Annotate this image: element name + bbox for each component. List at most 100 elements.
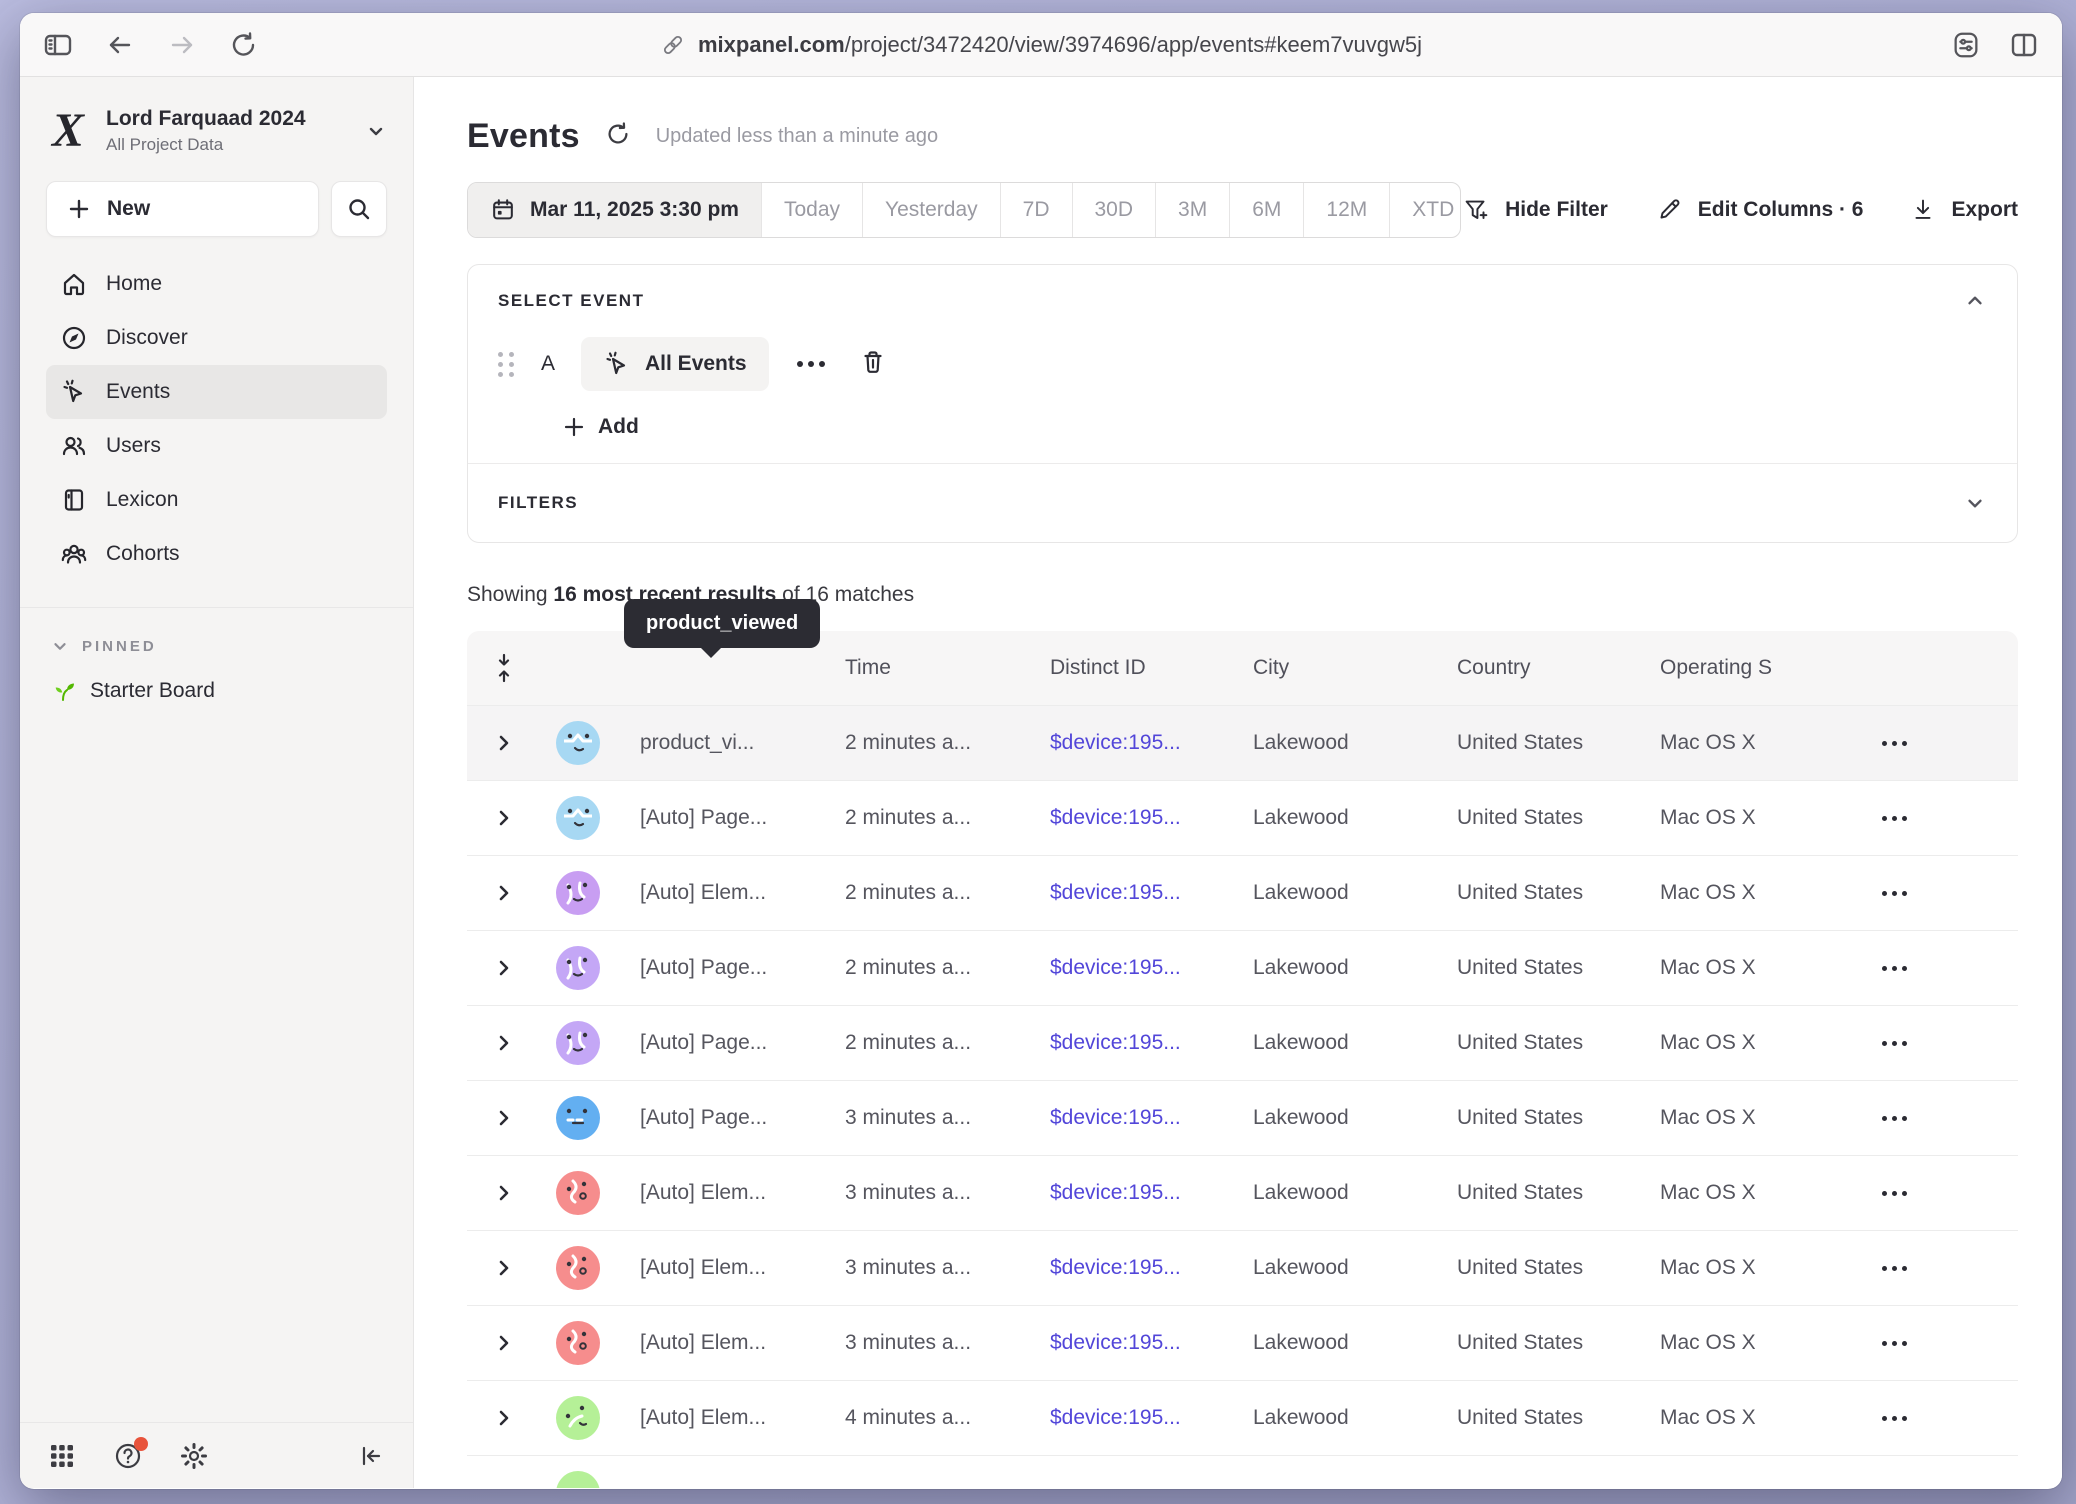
search-button[interactable] [331, 181, 387, 237]
help-icon[interactable] [112, 1440, 144, 1472]
event-name[interactable]: [Auto] Page... [615, 806, 820, 830]
edit-columns-button[interactable]: Edit Columns · 6 [1654, 195, 1864, 225]
row-more-icon[interactable] [1860, 966, 2018, 971]
event-options-icon[interactable] [797, 361, 825, 367]
date-picker-button[interactable]: Mar 11, 2025 3:30 pm [468, 183, 761, 237]
range-today[interactable]: Today [761, 183, 862, 237]
distinct-id-link[interactable]: $device:195... [1025, 956, 1228, 980]
pinned-section-header[interactable]: PINNED [20, 608, 413, 668]
expand-row-icon[interactable] [467, 958, 540, 978]
add-event-button[interactable]: Add [562, 415, 639, 439]
split-view-icon[interactable] [2008, 29, 2040, 61]
refresh-icon[interactable] [604, 120, 632, 153]
range-6m[interactable]: 6M [1229, 183, 1303, 237]
distinct-id-link[interactable]: $device:195... [1025, 1256, 1228, 1280]
sidebar-item-events[interactable]: Events [46, 365, 387, 419]
sidebar-toggle-icon[interactable] [42, 29, 74, 61]
sidebar-item-starter-board[interactable]: Starter Board [20, 668, 413, 714]
table-row[interactable] [467, 1455, 2018, 1488]
back-icon[interactable] [104, 29, 136, 61]
expand-row-icon[interactable] [467, 1108, 540, 1128]
distinct-id-link[interactable]: $device:195... [1025, 1181, 1228, 1205]
sort-icon[interactable] [467, 651, 540, 685]
event-selector-chip[interactable]: All Events [581, 337, 769, 391]
row-more-icon[interactable] [1860, 816, 2018, 821]
row-more-icon[interactable] [1860, 1416, 2018, 1421]
drag-handle-icon[interactable] [498, 352, 515, 377]
table-row[interactable]: [Auto] Elem... 3 minutes a... $device:19… [467, 1230, 2018, 1305]
event-name[interactable]: [Auto] Page... [615, 1106, 820, 1130]
sidebar-item-users[interactable]: Users [46, 419, 387, 473]
row-more-icon[interactable] [1860, 1191, 2018, 1196]
table-row[interactable]: [Auto] Page... 2 minutes a... $device:19… [467, 1005, 2018, 1080]
col-city[interactable]: City [1228, 656, 1432, 680]
row-more-icon[interactable] [1860, 1266, 2018, 1271]
os-value: Mac OS X [1635, 881, 1860, 905]
gear-icon[interactable] [178, 1440, 210, 1472]
sidebar-item-lexicon[interactable]: Lexicon [46, 473, 387, 527]
expand-row-icon[interactable] [467, 1258, 540, 1278]
row-more-icon[interactable] [1860, 1341, 2018, 1346]
expand-row-icon[interactable] [467, 808, 540, 828]
range-30d[interactable]: 30D [1072, 183, 1156, 237]
page-settings-icon[interactable] [1950, 29, 1982, 61]
event-name[interactable]: [Auto] Elem... [615, 1406, 820, 1430]
hide-filter-button[interactable]: Hide Filter [1461, 195, 1608, 225]
expand-row-icon[interactable] [467, 1333, 540, 1353]
new-button[interactable]: New [46, 181, 319, 237]
address-bar[interactable]: mixpanel.com/project/3472420/view/397469… [660, 13, 1422, 77]
row-more-icon[interactable] [1860, 1041, 2018, 1046]
row-more-icon[interactable] [1860, 741, 2018, 746]
trash-icon[interactable] [859, 348, 887, 381]
event-name[interactable]: [Auto] Page... [615, 1031, 820, 1055]
forward-icon[interactable] [166, 29, 198, 61]
col-os[interactable]: Operating S [1635, 656, 1860, 680]
expand-row-icon[interactable] [467, 1033, 540, 1053]
distinct-id-link[interactable]: $device:195... [1025, 1031, 1228, 1055]
table-row[interactable]: [Auto] Elem... 4 minutes a... $device:19… [467, 1380, 2018, 1455]
sidebar-item-home[interactable]: Home [46, 257, 387, 311]
table-row[interactable]: [Auto] Elem... 3 minutes a... $device:19… [467, 1155, 2018, 1230]
event-name[interactable]: [Auto] Elem... [615, 1256, 820, 1280]
col-time[interactable]: Time [820, 656, 1025, 680]
event-name[interactable]: [Auto] Elem... [615, 1181, 820, 1205]
distinct-id-link[interactable]: $device:195... [1025, 731, 1228, 755]
col-country[interactable]: Country [1432, 656, 1635, 680]
range-yesterday[interactable]: Yesterday [862, 183, 1000, 237]
chevron-down-icon[interactable] [1963, 491, 1987, 515]
event-name[interactable]: product_vi... [615, 731, 820, 755]
table-row[interactable]: [Auto] Page... 3 minutes a... $device:19… [467, 1080, 2018, 1155]
range-7d[interactable]: 7D [1000, 183, 1072, 237]
sidebar-item-cohorts[interactable]: Cohorts [46, 527, 387, 581]
apps-grid-icon[interactable] [46, 1440, 78, 1472]
expand-row-icon[interactable] [467, 883, 540, 903]
event-name[interactable]: [Auto] Elem... [615, 881, 820, 905]
export-button[interactable]: Export [1909, 196, 2018, 224]
distinct-id-link[interactable]: $device:195... [1025, 1406, 1228, 1430]
distinct-id-link[interactable]: $device:195... [1025, 806, 1228, 830]
sidebar-item-discover[interactable]: Discover [46, 311, 387, 365]
table-row[interactable]: [Auto] Elem... 2 minutes a... $device:19… [467, 855, 2018, 930]
expand-row-icon[interactable] [467, 733, 540, 753]
event-name[interactable]: [Auto] Elem... [615, 1331, 820, 1355]
reload-icon[interactable] [228, 29, 260, 61]
event-name[interactable]: [Auto] Page... [615, 956, 820, 980]
table-row[interactable]: [Auto] Elem... 3 minutes a... $device:19… [467, 1305, 2018, 1380]
table-row[interactable]: [Auto] Page... 2 minutes a... $device:19… [467, 930, 2018, 1005]
col-distinct-id[interactable]: Distinct ID [1025, 656, 1228, 680]
row-more-icon[interactable] [1860, 891, 2018, 896]
chevron-up-icon[interactable] [1963, 289, 1987, 313]
project-switcher[interactable]: X Lord Farquaad 2024 All Project Data [20, 77, 413, 161]
distinct-id-link[interactable]: $device:195... [1025, 1331, 1228, 1355]
expand-row-icon[interactable] [467, 1183, 540, 1203]
range-12m[interactable]: 12M [1303, 183, 1389, 237]
row-more-icon[interactable] [1860, 1116, 2018, 1121]
table-row[interactable]: [Auto] Page... 2 minutes a... $device:19… [467, 780, 2018, 855]
distinct-id-link[interactable]: $device:195... [1025, 1106, 1228, 1130]
range-xtd[interactable]: XTD [1389, 183, 1461, 237]
collapse-sidebar-icon[interactable] [355, 1440, 387, 1472]
range-3m[interactable]: 3M [1155, 183, 1229, 237]
expand-row-icon[interactable] [467, 1408, 540, 1428]
table-row[interactable]: product_vi... 2 minutes a... $device:195… [467, 705, 2018, 780]
distinct-id-link[interactable]: $device:195... [1025, 881, 1228, 905]
